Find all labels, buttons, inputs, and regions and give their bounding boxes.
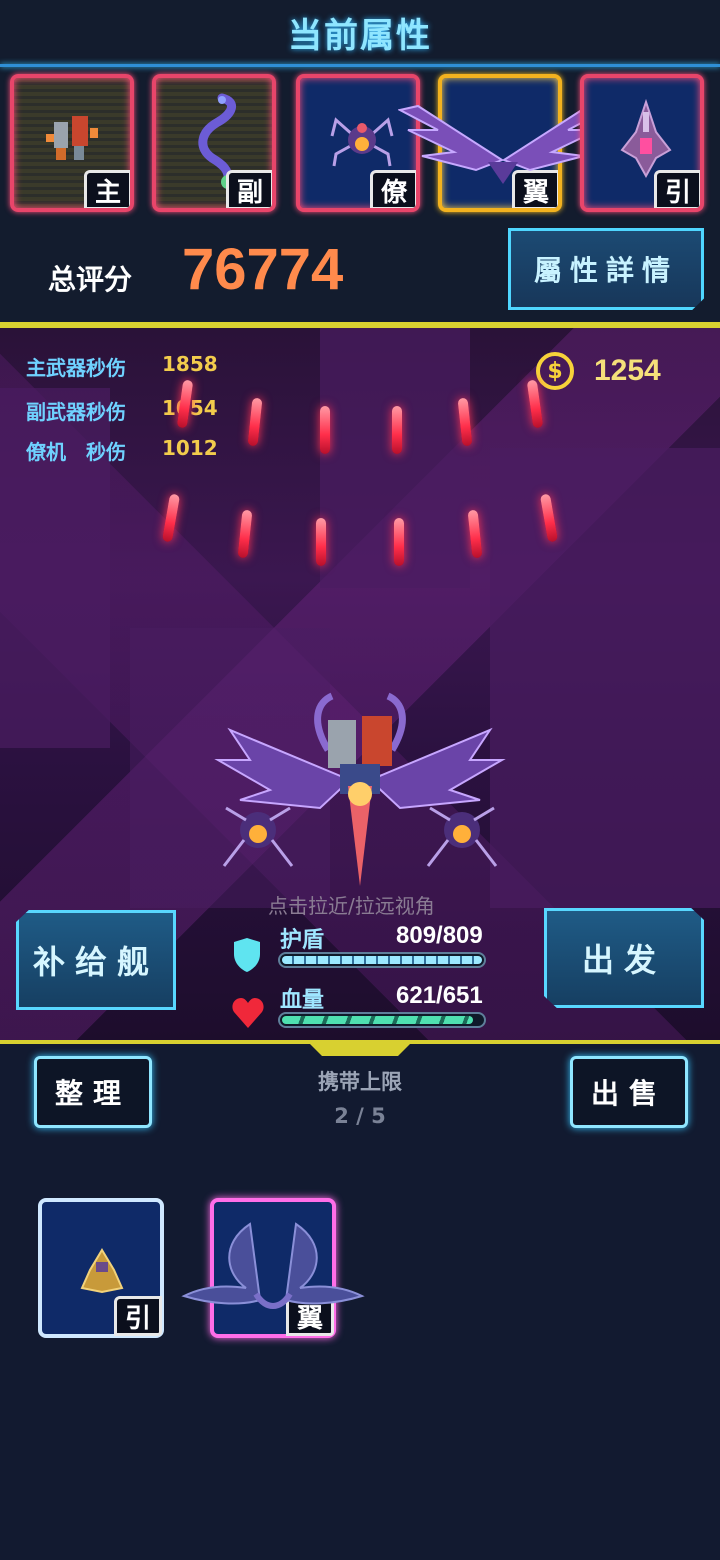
shield-bar-fill <box>282 956 482 964</box>
wings-icon <box>398 104 608 184</box>
bullet <box>394 518 404 566</box>
item-badge: 引 <box>114 1296 162 1336</box>
main-weapon-dps-label: 主武器秒伤 <box>26 356 126 380</box>
score-label: 总评分 <box>48 263 133 296</box>
title-divider <box>0 64 720 67</box>
building <box>490 448 720 908</box>
bullet <box>392 406 402 454</box>
engine-item-icon <box>80 1248 124 1294</box>
launch-button[interactable]: 出发 <box>544 908 704 1008</box>
main-weapon-icon <box>46 116 98 160</box>
shield-value: 809/809 <box>396 922 483 949</box>
hp-label: 血量 <box>280 988 325 1013</box>
bullet <box>316 518 326 566</box>
zoom-hint: 点击拉近/拉远视角 <box>268 894 435 918</box>
wingman-icon <box>330 117 394 167</box>
wings-item-icon <box>181 1222 365 1309</box>
coin-icon: $ <box>536 352 574 390</box>
shield-icon <box>234 938 260 972</box>
slot-badge: 主 <box>84 170 130 208</box>
inventory-divider-tab <box>310 1044 410 1056</box>
sub-weapon-dps-label: 副武器秒伤 <box>26 400 126 424</box>
hp-bar <box>278 1012 486 1028</box>
coin-value: 1254 <box>594 354 661 387</box>
wingman-dps-label: 僚机 秒伤 <box>26 440 126 464</box>
wingman-dps-value: 1012 <box>162 436 218 460</box>
slot-badge: 副 <box>226 170 272 208</box>
main-weapon-dps-value: 1858 <box>162 352 218 376</box>
hp-bar-fill <box>282 1016 473 1024</box>
slot-main-weapon[interactable]: 主 <box>10 74 134 212</box>
inventory-divider <box>0 1040 720 1044</box>
slot-sub-weapon[interactable]: 副 <box>152 74 276 212</box>
page-title: 当前属性 <box>288 16 432 56</box>
hp-value: 621/651 <box>396 982 483 1009</box>
slot-engine[interactable]: 引 <box>580 74 704 212</box>
capacity-value: 2 / 5 <box>334 1104 386 1128</box>
score-value: 76774 <box>182 237 344 302</box>
attribute-details-button[interactable]: 屬性詳情 <box>508 228 704 310</box>
player-ship[interactable] <box>210 690 510 890</box>
bullet <box>320 406 330 454</box>
shield-label: 护盾 <box>280 928 325 953</box>
slot-badge: 引 <box>654 170 700 208</box>
supply-ship-button[interactable]: 补给舰 <box>16 910 176 1010</box>
capacity-label: 携带上限 <box>318 1070 402 1094</box>
inventory-item-engine[interactable]: 引 <box>38 1198 164 1338</box>
shield-bar <box>278 952 486 968</box>
heart-icon <box>232 998 264 1028</box>
